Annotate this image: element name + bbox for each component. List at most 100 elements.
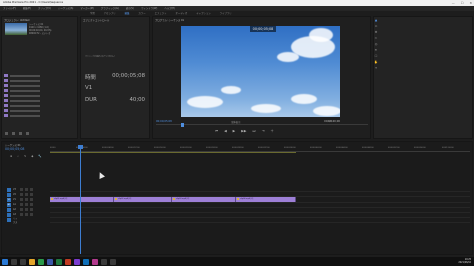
search-icon[interactable] xyxy=(11,258,17,265)
time-label: 時間 xyxy=(85,75,96,81)
task-view-icon[interactable] xyxy=(20,258,26,265)
lock-icon[interactable] xyxy=(20,198,23,201)
snap-icon[interactable]: ⊕ xyxy=(10,154,12,158)
ruler-tick: 00;00;12;00 xyxy=(128,147,140,149)
ruler-tick: 00;00;24;00 xyxy=(206,147,218,149)
menu-sequence[interactable]: シーケンス(S) xyxy=(58,6,73,11)
explorer-icon[interactable] xyxy=(29,258,35,265)
project-footer-buttons xyxy=(5,132,29,135)
eye-icon[interactable] xyxy=(30,198,33,201)
system-clock[interactable]: 10:25 2021/06/10 xyxy=(458,258,471,264)
type-tool-icon[interactable]: T xyxy=(373,66,379,72)
track-target[interactable] xyxy=(7,207,11,212)
solo-icon[interactable] xyxy=(30,208,33,211)
time-value: 00;00;05;08 xyxy=(112,73,145,79)
lock-icon[interactable] xyxy=(20,203,23,206)
new-item-icon[interactable] xyxy=(19,132,22,135)
ruler-tick: 00;00;16;00 xyxy=(154,147,166,149)
solo-icon[interactable] xyxy=(30,213,33,216)
transport-controls: ⏮ ◀ ▶ ▶▶ ⏭ ⇥ ＋ xyxy=(215,129,274,134)
menu-file[interactable]: ファイル(F) xyxy=(3,6,16,11)
timeline-clip[interactable]: clip02.mp4 [V] xyxy=(114,197,172,202)
tools-panel: ▲ ⇔ ✥ ✂ ◎ ✒ ☐ ✋ T xyxy=(373,18,379,72)
track-label: V1 xyxy=(85,85,93,91)
mute-icon[interactable] xyxy=(25,203,28,206)
track-target[interactable]: V1 xyxy=(7,197,11,202)
clip-icon xyxy=(4,114,8,117)
timeline-timecode[interactable]: 00;00;05;08 xyxy=(5,147,24,151)
mute-icon[interactable] xyxy=(25,213,28,216)
add-button-icon[interactable]: ＋ xyxy=(270,129,273,134)
monitor-playhead[interactable] xyxy=(181,123,184,127)
sync-lock-icon[interactable] xyxy=(25,193,28,196)
step-forward-icon[interactable]: ▶▶ xyxy=(241,129,246,134)
photoshop-icon[interactable] xyxy=(83,258,89,265)
settings-icon[interactable] xyxy=(110,258,116,265)
track-label: A2 xyxy=(13,208,16,211)
play-icon[interactable]: ▶ xyxy=(233,129,236,134)
excel-icon[interactable] xyxy=(56,258,62,265)
sync-lock-icon[interactable] xyxy=(25,198,28,201)
track-label: V3 xyxy=(13,188,16,191)
icon-view-icon[interactable] xyxy=(12,132,15,135)
step-back-icon[interactable]: ◀ xyxy=(224,129,227,134)
lock-icon[interactable] xyxy=(20,193,23,196)
chrome-icon[interactable] xyxy=(38,258,44,265)
go-to-in-icon[interactable]: ⏮ xyxy=(215,129,218,134)
after-effects-icon[interactable] xyxy=(92,258,98,265)
clip-icon xyxy=(4,89,8,92)
lock-icon[interactable] xyxy=(20,213,23,216)
start-button-icon[interactable] xyxy=(2,258,8,265)
fx-badge-icon xyxy=(237,198,239,200)
timeline-clip[interactable]: clip04.mp4 [V] xyxy=(236,197,296,202)
ruler-tick: 00;00;20;00 xyxy=(180,147,192,149)
timeline-playhead[interactable] xyxy=(80,146,81,254)
powerpoint-icon[interactable] xyxy=(65,258,71,265)
list-view-icon[interactable] xyxy=(5,132,8,135)
mute-icon[interactable] xyxy=(25,208,28,211)
settings-wrench-icon[interactable]: 🔧 xyxy=(38,154,41,158)
menu-edit[interactable]: 編集(E) xyxy=(23,6,31,11)
playhead-timecode[interactable]: 00;00;05;08 xyxy=(156,120,172,123)
track-target[interactable] xyxy=(7,192,11,197)
menu-clip[interactable]: クリップ(C) xyxy=(38,6,51,11)
effect-controls-tab[interactable]: エフェクトコントロール xyxy=(83,18,109,22)
track-target[interactable] xyxy=(7,217,11,222)
monitor-time-ruler[interactable] xyxy=(156,124,368,127)
track-target[interactable]: A1 xyxy=(7,202,11,207)
mail-icon[interactable] xyxy=(101,258,107,265)
effect-controls-panel: エフェクトコントロール （クリップが選択されていません） 時間 00;00;05… xyxy=(80,16,150,139)
sequence-meta: シーケンス 01 1920 x 1080 (1.0) 00;00;40;00, … xyxy=(29,23,51,35)
clip-name: clip01.mp4 [V] xyxy=(54,198,68,200)
lock-icon[interactable] xyxy=(20,188,23,191)
project-panel-tab[interactable]: プロジェクト: Untitled xyxy=(4,18,29,22)
ruler-tick: 00;00;08;00 xyxy=(102,147,114,149)
marker-icon[interactable]: ↯ xyxy=(24,154,26,158)
menu-bar: ファイル(F) 編集(E) クリップ(C) シーケンス(S) マーカー(M) グ… xyxy=(0,6,474,11)
duration-timecode: 00;00;40;00 xyxy=(324,120,340,123)
solo-icon[interactable] xyxy=(30,203,33,206)
trash-icon[interactable] xyxy=(26,132,29,135)
duration-label: DUR xyxy=(85,97,97,103)
timeline-clip[interactable]: clip03.mp4 [V] xyxy=(172,197,236,202)
word-icon[interactable] xyxy=(47,258,53,265)
eye-icon[interactable] xyxy=(30,193,33,196)
go-to-out-icon[interactable]: ⏭ xyxy=(253,129,256,134)
project-item[interactable] xyxy=(4,113,74,118)
sync-lock-icon[interactable] xyxy=(25,188,28,191)
eye-icon[interactable] xyxy=(30,188,33,191)
clip-icon xyxy=(4,109,8,112)
track-target[interactable] xyxy=(7,212,11,217)
program-monitor-tab[interactable]: プログラム: シーケンス 01 xyxy=(155,18,184,22)
linked-selection-icon[interactable]: ⌕ xyxy=(17,154,19,158)
premiere-icon[interactable] xyxy=(74,258,80,265)
track-target[interactable] xyxy=(7,187,11,192)
track-label: ミックス xyxy=(13,216,18,224)
lock-icon[interactable] xyxy=(20,208,23,211)
track-header-mix[interactable]: ミックス xyxy=(7,216,47,224)
insert-icon[interactable]: ⇥ xyxy=(262,129,265,134)
clip-icon xyxy=(4,79,8,82)
keyframe-icon[interactable]: ◆ xyxy=(31,154,33,158)
timeline-clip[interactable]: clip01.mp4 [V] xyxy=(50,197,114,202)
work-area-bar[interactable] xyxy=(50,152,296,153)
